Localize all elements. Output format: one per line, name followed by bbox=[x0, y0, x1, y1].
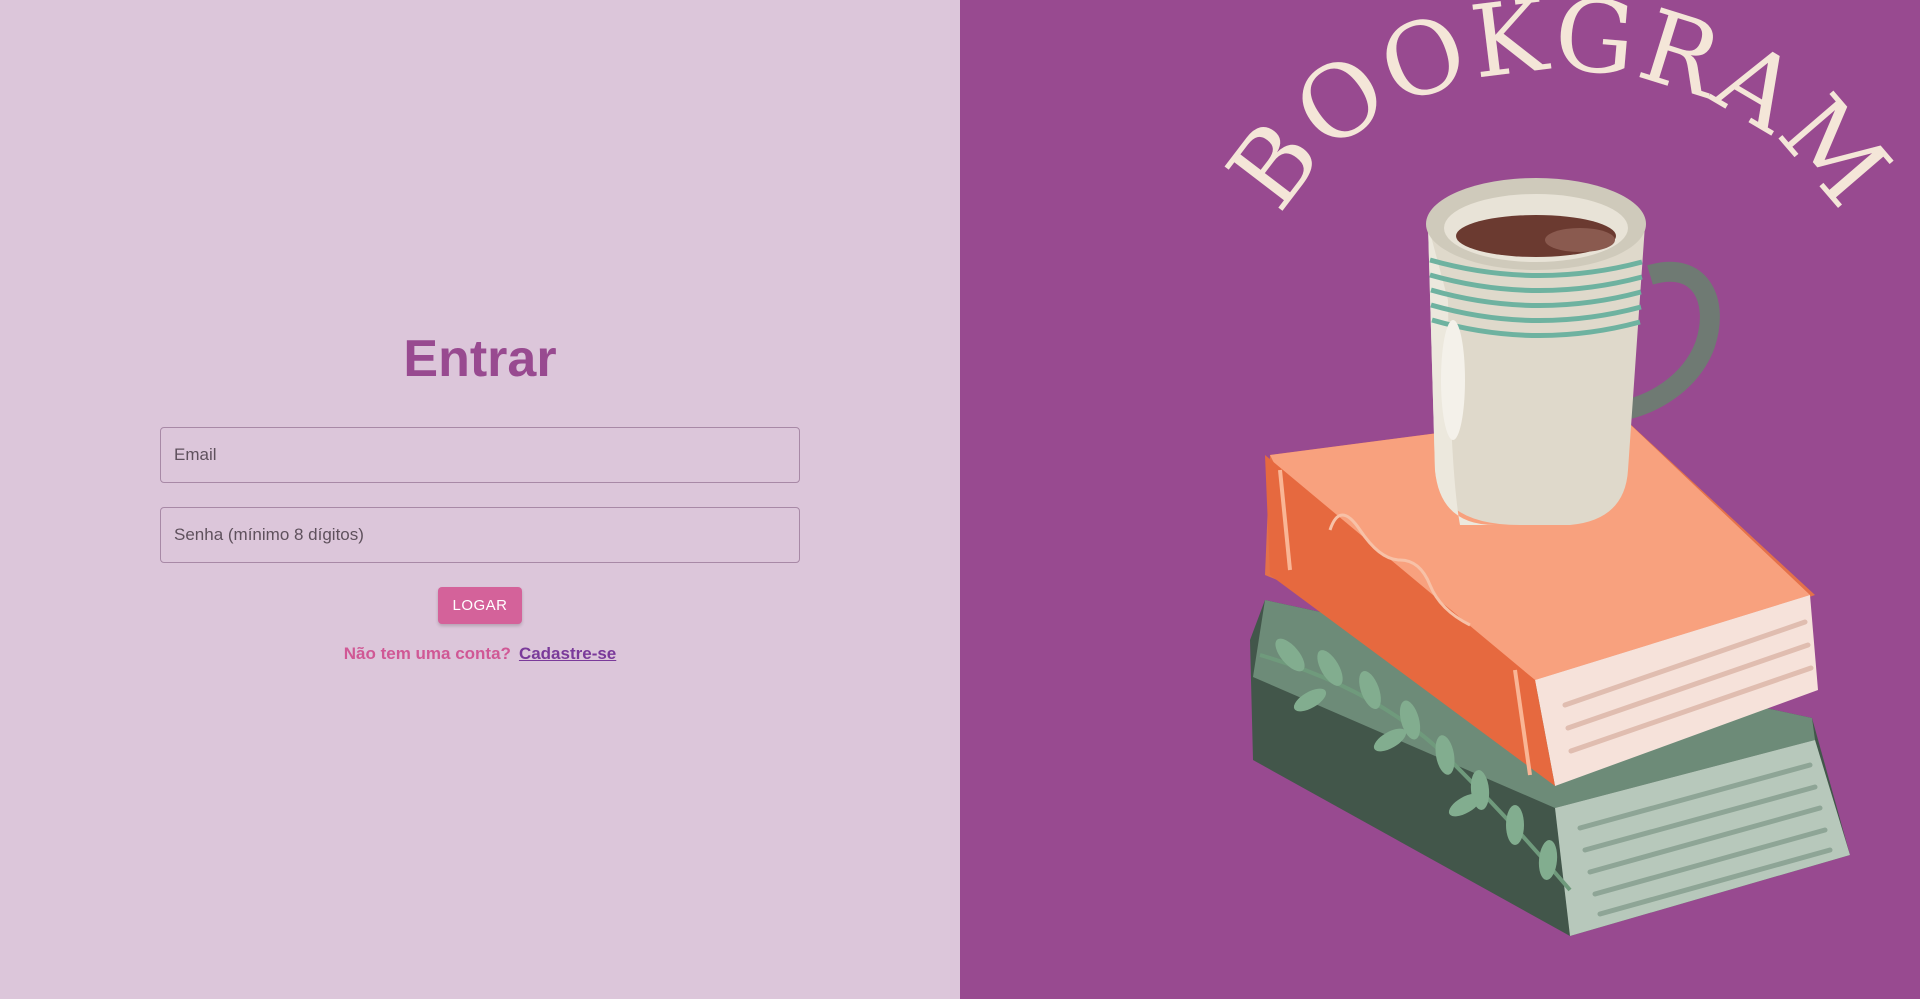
login-panel: Entrar LOGAR Não tem uma conta? Cadastre… bbox=[0, 0, 960, 999]
login-button[interactable]: LOGAR bbox=[438, 587, 522, 624]
signup-row: Não tem uma conta? Cadastre-se bbox=[344, 644, 617, 664]
email-field[interactable] bbox=[160, 427, 800, 483]
page-title: Entrar bbox=[403, 330, 557, 388]
login-form: Entrar LOGAR Não tem uma conta? Cadastre… bbox=[160, 325, 800, 664]
signup-prompt: Não tem uma conta? bbox=[343, 644, 511, 663]
bookgram-illustration: BOOKGRAM bbox=[1205, 0, 1911, 936]
brand-panel: BOOKGRAM bbox=[960, 0, 1920, 999]
signup-link[interactable]: Cadastre-se bbox=[519, 644, 616, 664]
password-field[interactable] bbox=[160, 507, 800, 563]
